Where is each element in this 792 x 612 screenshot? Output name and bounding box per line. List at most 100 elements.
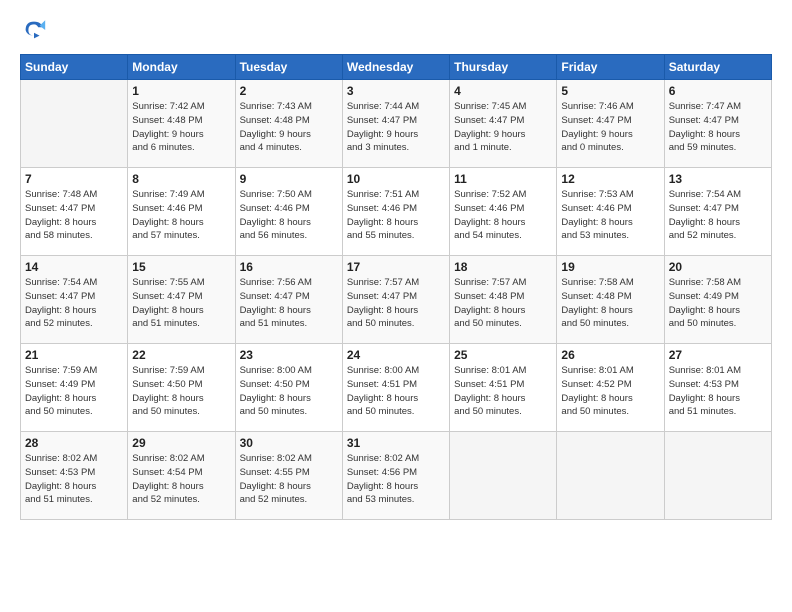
day-info: Sunrise: 7:57 AM Sunset: 4:48 PM Dayligh… <box>454 276 552 331</box>
day-info: Sunrise: 7:54 AM Sunset: 4:47 PM Dayligh… <box>669 188 767 243</box>
calendar-cell: 10 Sunrise: 7:51 AM Sunset: 4:46 PM Dayli… <box>342 168 449 256</box>
day-info: Sunrise: 7:50 AM Sunset: 4:46 PM Dayligh… <box>240 188 338 243</box>
day-info: Sunrise: 7:42 AM Sunset: 4:48 PM Dayligh… <box>132 100 230 155</box>
calendar-cell: 13 Sunrise: 7:54 AM Sunset: 4:47 PM Dayli… <box>664 168 771 256</box>
day-number: 11 <box>454 172 552 186</box>
day-info: Sunrise: 7:58 AM Sunset: 4:48 PM Dayligh… <box>561 276 659 331</box>
day-info: Sunrise: 8:02 AM Sunset: 4:53 PM Dayligh… <box>25 452 123 507</box>
calendar-cell: 23 Sunrise: 8:00 AM Sunset: 4:50 PM Dayli… <box>235 344 342 432</box>
day-info: Sunrise: 7:59 AM Sunset: 4:49 PM Dayligh… <box>25 364 123 419</box>
calendar-cell: 1 Sunrise: 7:42 AM Sunset: 4:48 PM Daylig… <box>128 80 235 168</box>
day-info: Sunrise: 7:54 AM Sunset: 4:47 PM Dayligh… <box>25 276 123 331</box>
day-number: 15 <box>132 260 230 274</box>
calendar-cell: 22Sunrise: 7:59 AM Sunset: 4:50 PM Dayli… <box>128 344 235 432</box>
day-info: Sunrise: 7:47 AM Sunset: 4:47 PM Dayligh… <box>669 100 767 155</box>
logo-icon <box>20 16 48 44</box>
calendar-cell: 18 Sunrise: 7:57 AM Sunset: 4:48 PM Dayli… <box>450 256 557 344</box>
day-info: Sunrise: 7:44 AM Sunset: 4:47 PM Dayligh… <box>347 100 445 155</box>
day-info: Sunrise: 8:01 AM Sunset: 4:53 PM Dayligh… <box>669 364 767 419</box>
calendar-cell: 21 Sunrise: 7:59 AM Sunset: 4:49 PM Dayli… <box>21 344 128 432</box>
day-number: 21 <box>25 348 123 362</box>
calendar-cell: 11Sunrise: 7:52 AM Sunset: 4:46 PM Dayli… <box>450 168 557 256</box>
week-row-4: 28 Sunrise: 8:02 AM Sunset: 4:53 PM Dayli… <box>21 432 772 520</box>
calendar-cell: 19 Sunrise: 7:58 AM Sunset: 4:48 PM Dayli… <box>557 256 664 344</box>
day-number: 12 <box>561 172 659 186</box>
calendar-cell <box>450 432 557 520</box>
day-number: 27 <box>669 348 767 362</box>
day-number: 4 <box>454 84 552 98</box>
calendar-cell: 29 Sunrise: 8:02 AM Sunset: 4:54 PM Dayli… <box>128 432 235 520</box>
calendar-cell: 2 Sunrise: 7:43 AM Sunset: 4:48 PM Daylig… <box>235 80 342 168</box>
day-number: 1 <box>132 84 230 98</box>
day-number: 31 <box>347 436 445 450</box>
day-info: Sunrise: 8:02 AM Sunset: 4:55 PM Dayligh… <box>240 452 338 507</box>
week-row-3: 21 Sunrise: 7:59 AM Sunset: 4:49 PM Dayli… <box>21 344 772 432</box>
day-number: 3 <box>347 84 445 98</box>
day-number: 5 <box>561 84 659 98</box>
day-number: 9 <box>240 172 338 186</box>
day-info: Sunrise: 8:02 AM Sunset: 4:56 PM Dayligh… <box>347 452 445 507</box>
day-info: Sunrise: 7:43 AM Sunset: 4:48 PM Dayligh… <box>240 100 338 155</box>
day-number: 14 <box>25 260 123 274</box>
day-number: 18 <box>454 260 552 274</box>
calendar-cell: 14 Sunrise: 7:54 AM Sunset: 4:47 PM Dayli… <box>21 256 128 344</box>
calendar-cell: 30 Sunrise: 8:02 AM Sunset: 4:55 PM Dayli… <box>235 432 342 520</box>
day-info: Sunrise: 8:00 AM Sunset: 4:50 PM Dayligh… <box>240 364 338 419</box>
day-info: Sunrise: 7:56 AM Sunset: 4:47 PM Dayligh… <box>240 276 338 331</box>
page-container: SundayMondayTuesdayWednesdayThursdayFrid… <box>0 0 792 612</box>
calendar-cell: 16 Sunrise: 7:56 AM Sunset: 4:47 PM Dayli… <box>235 256 342 344</box>
day-number: 30 <box>240 436 338 450</box>
calendar-cell: 24 Sunrise: 8:00 AM Sunset: 4:51 PM Dayli… <box>342 344 449 432</box>
day-info: Sunrise: 8:01 AM Sunset: 4:51 PM Dayligh… <box>454 364 552 419</box>
calendar-cell: 12Sunrise: 7:53 AM Sunset: 4:46 PM Dayli… <box>557 168 664 256</box>
day-info: Sunrise: 8:02 AM Sunset: 4:54 PM Dayligh… <box>132 452 230 507</box>
calendar-cell: 28 Sunrise: 8:02 AM Sunset: 4:53 PM Dayli… <box>21 432 128 520</box>
day-number: 16 <box>240 260 338 274</box>
day-number: 26 <box>561 348 659 362</box>
logo <box>20 16 52 44</box>
day-info: Sunrise: 7:59 AM Sunset: 4:50 PM Dayligh… <box>132 364 230 419</box>
day-number: 29 <box>132 436 230 450</box>
header-wednesday: Wednesday <box>342 55 449 80</box>
calendar-cell: 20Sunrise: 7:58 AM Sunset: 4:49 PM Dayli… <box>664 256 771 344</box>
day-info: Sunrise: 7:49 AM Sunset: 4:46 PM Dayligh… <box>132 188 230 243</box>
calendar-cell: 31 Sunrise: 8:02 AM Sunset: 4:56 PM Dayli… <box>342 432 449 520</box>
day-info: Sunrise: 7:45 AM Sunset: 4:47 PM Dayligh… <box>454 100 552 155</box>
calendar-cell: 15Sunrise: 7:55 AM Sunset: 4:47 PM Dayli… <box>128 256 235 344</box>
header-sunday: Sunday <box>21 55 128 80</box>
day-number: 20 <box>669 260 767 274</box>
calendar-cell: 17 Sunrise: 7:57 AM Sunset: 4:47 PM Dayli… <box>342 256 449 344</box>
day-info: Sunrise: 7:46 AM Sunset: 4:47 PM Dayligh… <box>561 100 659 155</box>
day-number: 23 <box>240 348 338 362</box>
calendar-cell: 27 Sunrise: 8:01 AM Sunset: 4:53 PM Dayli… <box>664 344 771 432</box>
header <box>20 16 772 44</box>
calendar-table: SundayMondayTuesdayWednesdayThursdayFrid… <box>20 54 772 520</box>
day-number: 28 <box>25 436 123 450</box>
header-row: SundayMondayTuesdayWednesdayThursdayFrid… <box>21 55 772 80</box>
day-info: Sunrise: 7:57 AM Sunset: 4:47 PM Dayligh… <box>347 276 445 331</box>
day-number: 6 <box>669 84 767 98</box>
week-row-2: 14 Sunrise: 7:54 AM Sunset: 4:47 PM Dayli… <box>21 256 772 344</box>
calendar-cell <box>557 432 664 520</box>
calendar-cell: 9 Sunrise: 7:50 AM Sunset: 4:46 PM Daylig… <box>235 168 342 256</box>
header-friday: Friday <box>557 55 664 80</box>
day-number: 19 <box>561 260 659 274</box>
day-number: 25 <box>454 348 552 362</box>
day-number: 7 <box>25 172 123 186</box>
day-number: 24 <box>347 348 445 362</box>
day-number: 8 <box>132 172 230 186</box>
day-info: Sunrise: 7:51 AM Sunset: 4:46 PM Dayligh… <box>347 188 445 243</box>
calendar-cell: 5 Sunrise: 7:46 AM Sunset: 4:47 PM Daylig… <box>557 80 664 168</box>
day-number: 13 <box>669 172 767 186</box>
day-info: Sunrise: 8:00 AM Sunset: 4:51 PM Dayligh… <box>347 364 445 419</box>
day-number: 10 <box>347 172 445 186</box>
week-row-1: 7Sunrise: 7:48 AM Sunset: 4:47 PM Daylig… <box>21 168 772 256</box>
calendar-cell: 6 Sunrise: 7:47 AM Sunset: 4:47 PM Daylig… <box>664 80 771 168</box>
day-info: Sunrise: 8:01 AM Sunset: 4:52 PM Dayligh… <box>561 364 659 419</box>
day-number: 17 <box>347 260 445 274</box>
calendar-cell: 4 Sunrise: 7:45 AM Sunset: 4:47 PM Daylig… <box>450 80 557 168</box>
calendar-cell: 8 Sunrise: 7:49 AM Sunset: 4:46 PM Daylig… <box>128 168 235 256</box>
week-row-0: 1 Sunrise: 7:42 AM Sunset: 4:48 PM Daylig… <box>21 80 772 168</box>
day-number: 2 <box>240 84 338 98</box>
calendar-cell: 25 Sunrise: 8:01 AM Sunset: 4:51 PM Dayli… <box>450 344 557 432</box>
